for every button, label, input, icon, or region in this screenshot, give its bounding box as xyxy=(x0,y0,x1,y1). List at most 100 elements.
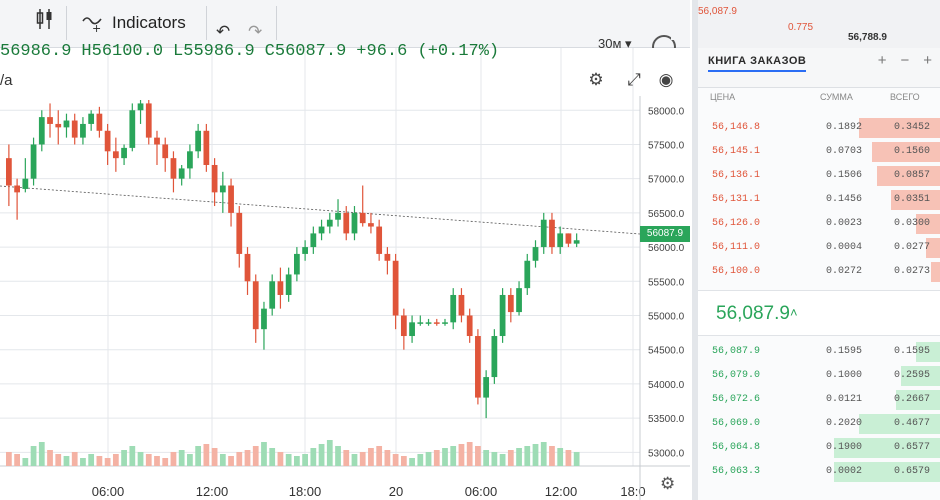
bid-row[interactable]: 56,064.8 0.1900 0.6577 xyxy=(698,436,940,460)
candle-body xyxy=(475,336,481,398)
volume-bar xyxy=(573,452,580,466)
volume-bar xyxy=(269,448,276,466)
bid-total: 0.2667 xyxy=(894,394,931,405)
camera-icon[interactable]: ◉ xyxy=(652,66,680,94)
volume-bar xyxy=(104,458,111,466)
candle-body xyxy=(261,308,267,330)
ohlc-legend: 56986.9 H56100.0 L55986.9 C56087.9 +96.6… xyxy=(0,42,499,70)
candle-body xyxy=(565,233,572,244)
bid-price: 56,064.8 xyxy=(712,442,761,453)
volume-bar xyxy=(491,452,498,466)
candle-body xyxy=(499,294,506,337)
volume-bar xyxy=(442,448,448,466)
volume-bar xyxy=(137,452,144,466)
candle-body xyxy=(458,294,465,316)
bid-total: 0.2595 xyxy=(894,370,931,381)
volume-bar xyxy=(236,452,243,466)
candle-body xyxy=(318,226,325,234)
volume-bar xyxy=(211,448,218,466)
candle-body xyxy=(507,294,514,313)
candle-body xyxy=(532,247,539,261)
top-ask-price: 56,087.9 xyxy=(698,6,737,17)
candle-body xyxy=(47,117,53,124)
candle-body xyxy=(252,281,259,330)
volume-bar xyxy=(384,450,391,466)
candle-body xyxy=(524,260,531,289)
volume-bar xyxy=(112,454,119,466)
candle-body xyxy=(516,288,522,313)
candle-body xyxy=(384,253,391,261)
candle-body xyxy=(187,151,193,169)
candle-body xyxy=(326,219,333,227)
minus-icon[interactable]: − xyxy=(900,52,909,69)
candle-body xyxy=(96,113,103,131)
volume-bar xyxy=(343,450,350,466)
candle-body xyxy=(368,223,374,227)
axis-settings-icon[interactable]: ⚙ xyxy=(660,474,675,494)
ask-row[interactable]: 56,111.0 0.0004 0.0277 xyxy=(698,236,940,260)
candle-body xyxy=(335,212,341,220)
ask-price: 56,146.8 xyxy=(712,122,761,133)
ask-row[interactable]: 56,100.0 0.0272 0.0273 xyxy=(698,260,940,284)
volume-bar xyxy=(318,444,325,466)
volume-bar xyxy=(466,442,473,466)
candle-body xyxy=(491,336,498,378)
plus-icon[interactable]: + xyxy=(878,52,887,69)
volume-bar xyxy=(392,454,399,466)
legend-high: H56100.0 xyxy=(81,42,164,61)
volume-bar xyxy=(244,450,251,466)
x-tick-label: 20 xyxy=(389,484,403,499)
ask-row[interactable]: 56,146.8 0.1892 0.3452 xyxy=(698,116,940,140)
ask-row[interactable]: 56,131.1 0.1456 0.0351 xyxy=(698,188,940,212)
volume-bar xyxy=(417,454,424,466)
candle-body xyxy=(129,110,136,148)
candle-body xyxy=(277,281,284,295)
volume-bar xyxy=(252,446,259,466)
candle-body xyxy=(38,117,45,145)
candle-body xyxy=(6,158,12,186)
candle-body xyxy=(170,158,177,179)
col-total: ВСЕГО xyxy=(890,92,920,102)
volume-bar xyxy=(80,458,86,466)
y-tick-label: 56500.0 xyxy=(648,209,685,220)
bid-total: 0.1595 xyxy=(894,346,931,357)
fullscreen-icon[interactable]: ⤢ xyxy=(620,66,648,94)
candle-body xyxy=(351,212,358,234)
ask-amount: 0.0023 xyxy=(826,218,863,229)
x-tick-label: 18:00 xyxy=(289,484,322,499)
candle-body xyxy=(80,123,86,138)
y-tick-label: 53500.0 xyxy=(648,414,685,425)
candle-body xyxy=(88,113,95,124)
bid-row[interactable]: 56,079.0 0.1000 0.2595 xyxy=(698,364,940,388)
candle-body xyxy=(392,260,399,316)
volume-bar xyxy=(557,448,564,466)
bid-row[interactable]: 56,063.3 0.0002 0.6579 xyxy=(698,460,940,484)
bid-price: 56,087.9 xyxy=(712,346,761,357)
candle-body xyxy=(121,147,127,159)
plus-icon[interactable]: + xyxy=(923,52,932,69)
volume-bar xyxy=(565,450,572,466)
candle-body xyxy=(417,322,424,324)
volume-bar xyxy=(285,454,292,466)
y-tick-label: 57500.0 xyxy=(648,140,685,151)
ask-row[interactable]: 56,145.1 0.0703 0.1560 xyxy=(698,140,940,164)
bid-row[interactable]: 56,087.9 0.1595 0.1595 xyxy=(698,340,940,364)
volume-bar xyxy=(499,454,506,466)
volume-bar xyxy=(507,450,514,466)
ask-price: 56,136.1 xyxy=(712,170,761,181)
x-tick-label: 18:0 xyxy=(620,484,645,499)
volume-bar xyxy=(121,450,127,466)
volume-bar xyxy=(203,444,210,466)
mid-price: 56,087.9 xyxy=(716,303,790,324)
ask-row[interactable]: 56,136.1 0.1506 0.0857 xyxy=(698,164,940,188)
volume-bar xyxy=(376,446,383,466)
ask-row[interactable]: 56,126.0 0.0023 0.0300 xyxy=(698,212,940,236)
order-book-title[interactable]: КНИГА ЗАКАЗОВ xyxy=(708,55,807,72)
settings-icon[interactable]: ⚙ xyxy=(582,66,610,94)
order-book-controls: + − + xyxy=(878,52,932,69)
candle-body xyxy=(573,240,580,244)
bid-row[interactable]: 56,072.6 0.0121 0.2667 xyxy=(698,388,940,412)
candle-body xyxy=(285,274,292,295)
volume-bar xyxy=(359,452,366,466)
bid-row[interactable]: 56,069.0 0.2020 0.4677 xyxy=(698,412,940,436)
